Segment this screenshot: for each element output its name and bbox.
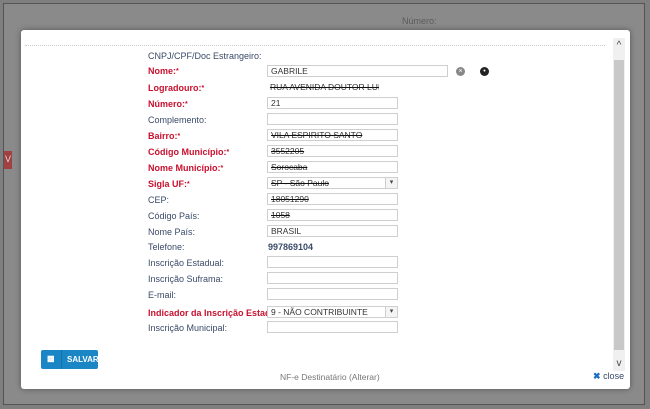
nome-pais-label: Nome País: [148,227,196,237]
nome-label: Nome: [148,66,179,77]
modal-scrollbar[interactable]: ^ v [613,38,625,371]
chevron-down-icon[interactable]: ▾ [385,178,397,188]
complemento-label: Complemento: [148,115,207,125]
background-side-tab[interactable]: V [4,151,12,169]
telefone-label: Telefone: [148,242,185,252]
nome-municipio-input[interactable]: Sorocaba [267,161,398,173]
save-button-label: SALVAR [67,355,99,364]
close-label: close [603,371,625,381]
modal-footer-title: NF-e Destinatário (Alterar) [280,372,380,382]
logradouro-label: Logradouro: [148,83,204,94]
telefone-value: 997869104 [268,242,314,252]
background-side-tab-label: V [5,154,12,164]
inscricao-estadual-input[interactable] [267,256,398,268]
save-button[interactable]: ▩ SALVAR [41,350,99,369]
cep-label: CEP: [148,195,170,205]
save-button-separator [61,350,62,369]
email-input[interactable] [267,288,398,300]
scroll-down-icon[interactable]: v [613,358,625,369]
modal-top-divider [25,45,605,46]
codigo-pais-label: Código País: [148,211,200,221]
email-label: E-mail: [148,290,177,300]
floppy-disk-icon: ▩ [47,354,55,363]
close-icon: ✖ [593,371,601,381]
inscricao-municipal-input[interactable] [267,321,398,333]
close-button[interactable]: ✖ close [593,371,624,382]
codigo-municipio-input[interactable]: 3552205 [267,145,398,157]
search-icon[interactable]: • [480,67,489,76]
bairro-label: Bairro: [148,131,180,142]
complemento-input[interactable] [267,113,398,125]
sigla-uf-label: Sigla UF: [148,179,190,190]
background-numero-label: Número: [402,16,437,26]
nome-municipio-label: Nome Município: [148,163,223,174]
document-header-label: CNPJ/CPF/Doc Estrangeiro: [148,51,262,61]
bairro-input[interactable]: VILA ESPIRITO SANTO [267,129,398,141]
inscricao-suframa-input[interactable] [267,272,398,284]
inscricao-estadual-label: Inscrição Estadual: [148,258,225,268]
scroll-up-icon[interactable]: ^ [613,40,625,51]
nome-input[interactable]: GABRILE [267,65,448,77]
scrollbar-thumb[interactable] [614,60,624,350]
indicador-ie-value: 9 - NÃO CONTRIBUINTE [271,307,368,317]
chevron-down-icon[interactable]: ▾ [385,307,397,317]
sigla-uf-value: SP - São Paulo [271,178,329,188]
codigo-municipio-label: Código Município: [148,147,229,158]
nome-pais-input[interactable]: BRASIL [267,225,398,237]
cep-input[interactable]: 18051290 [267,193,398,205]
numero-input[interactable]: 21 [267,97,398,109]
codigo-pais-input[interactable]: 1058 [267,209,398,221]
sigla-uf-select[interactable]: SP - São Paulo ▾ [267,177,398,189]
numero-label: Número: [148,99,188,110]
destinatario-modal: CNPJ/CPF/Doc Estrangeiro: Nome: GABRILE … [21,30,630,389]
clear-icon[interactable]: × [456,67,465,76]
indicador-ie-select[interactable]: 9 - NÃO CONTRIBUINTE ▾ [267,306,398,318]
inscricao-suframa-label: Inscrição Suframa: [148,274,224,284]
inscricao-municipal-label: Inscrição Municipal: [148,323,228,333]
logradouro-input[interactable]: RUA AVENIDA DOUTOR LUIZ MES [267,82,379,94]
